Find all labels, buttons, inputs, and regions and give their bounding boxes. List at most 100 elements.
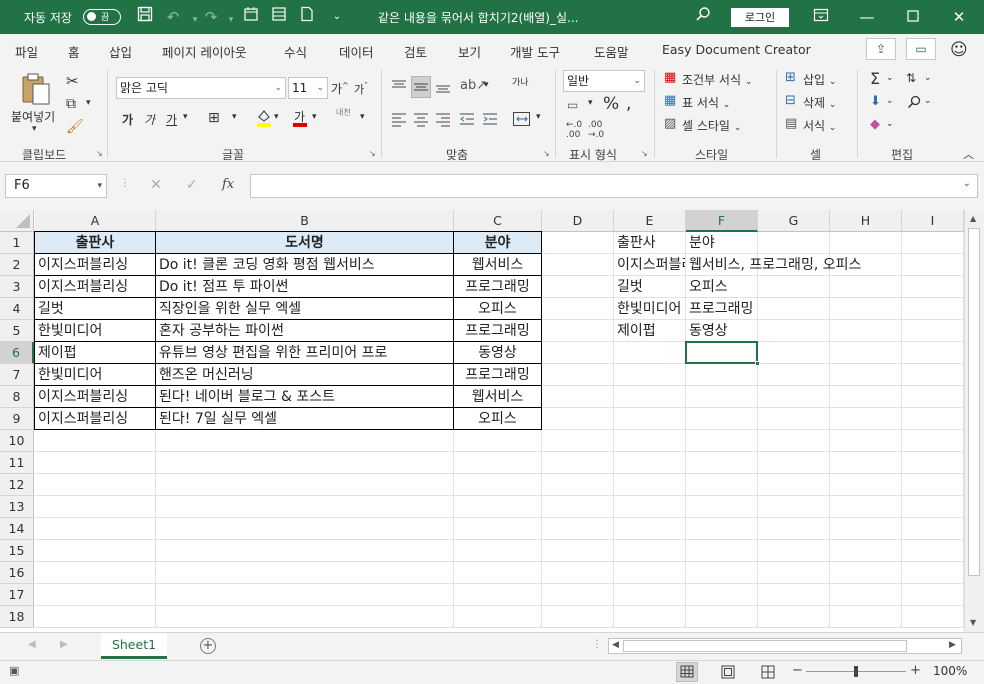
tab-easy-document-creator[interactable]: Easy Document Creator	[662, 42, 811, 57]
table-cell[interactable]: 혼자 공부하는 파이썬	[156, 320, 453, 342]
result-cell[interactable]: 동영상	[686, 320, 946, 342]
worksheet-grid[interactable]: ABCDEFGHI 1 2 3 4 5 6 7 8 9 10 11 12 13 14 15 16 17 18 출판…	[0, 210, 984, 632]
result-cell[interactable]: 이지스퍼블리싱	[614, 254, 685, 276]
fill-color-dropdown-icon[interactable]: ▾	[274, 112, 279, 122]
result-cell[interactable]: 출판사	[614, 232, 685, 254]
tab-file[interactable]: 파일	[15, 42, 38, 61]
zoom-level[interactable]: 100%	[933, 664, 967, 678]
zoom-in-icon[interactable]: +	[910, 663, 921, 678]
login-button[interactable]: 로그인	[731, 8, 789, 27]
fill-handle[interactable]	[755, 361, 760, 366]
name-box-dropdown-icon[interactable]: ▾	[97, 175, 102, 197]
decrease-decimal-icon[interactable]: .00 →.0	[588, 120, 604, 140]
table-header-cell[interactable]: 출판사	[35, 232, 155, 254]
borders-dropdown-icon[interactable]: ▾	[232, 112, 237, 122]
undo-icon[interactable]: ↶	[162, 6, 184, 28]
format-as-table-button[interactable]: 표 서식 ⌄	[682, 94, 730, 111]
sort-filter-dropdown-icon[interactable]: ⌄	[924, 73, 932, 83]
font-color-icon[interactable]: 가	[292, 108, 308, 128]
table-cell[interactable]: 된다! 7일 실무 엑셀	[156, 408, 453, 430]
tab-help[interactable]: 도움말	[594, 42, 629, 61]
fill-icon[interactable]: ⬇	[870, 94, 881, 109]
confirm-entry-icon[interactable]: ✓	[186, 177, 198, 193]
align-middle-icon[interactable]	[411, 76, 431, 98]
tab-data[interactable]: 데이터	[339, 42, 374, 61]
fill-dropdown-icon[interactable]: ⌄	[886, 96, 894, 106]
scroll-down-icon[interactable]: ▼	[970, 618, 976, 627]
column-header-i[interactable]: I	[902, 210, 964, 232]
autosave-toggle[interactable]: 끔	[83, 9, 121, 25]
tab-page-layout[interactable]: 페이지 레이아웃	[162, 42, 246, 61]
tab-formulas[interactable]: 수식	[284, 42, 307, 61]
insert-cells-icon[interactable]: ⊞	[785, 70, 796, 85]
scroll-thumb[interactable]	[968, 228, 980, 576]
cell-styles-button[interactable]: 셀 스타일 ⌄	[682, 117, 741, 134]
table-cell[interactable]: 웹서비스	[454, 386, 541, 408]
customize-qat-icon[interactable]: ⌄	[326, 6, 348, 28]
result-cell[interactable]: 한빛미디어	[614, 298, 685, 320]
row-header-14[interactable]: 14	[0, 518, 34, 540]
underline-button[interactable]: 가	[166, 111, 177, 128]
vertical-scrollbar[interactable]: ▲ ▼	[964, 210, 984, 632]
redo-icon[interactable]: ↷	[200, 6, 222, 28]
row-header-6[interactable]: 6	[0, 342, 34, 364]
increase-decimal-icon[interactable]: ←.0.00	[566, 120, 582, 140]
row-header-9[interactable]: 9	[0, 408, 34, 430]
row-header-2[interactable]: 2	[0, 254, 34, 276]
align-right-icon[interactable]	[434, 110, 452, 128]
result-cell[interactable]: 길벗	[614, 276, 685, 298]
row-header-11[interactable]: 11	[0, 452, 34, 474]
percent-icon[interactable]: %	[603, 94, 619, 114]
align-left-icon[interactable]	[390, 110, 408, 128]
wrap-text-button[interactable]: 가나	[512, 78, 530, 88]
clear-icon[interactable]: ◆	[870, 117, 880, 132]
tab-developer[interactable]: 개발 도구	[510, 42, 560, 61]
row-header-15[interactable]: 15	[0, 540, 34, 562]
clipboard-launcher-icon[interactable]: ↘	[96, 149, 103, 158]
number-format-box[interactable]: 일반 ⌄	[563, 70, 645, 92]
delete-cells-button[interactable]: 삭제 ⌄	[803, 94, 836, 111]
italic-button[interactable]: 가	[144, 111, 155, 128]
page-layout-view-icon[interactable]	[718, 663, 738, 681]
scroll-right-icon[interactable]: ▶	[949, 640, 956, 650]
table-cell[interactable]: Do it! 점프 투 파이썬	[156, 276, 453, 298]
table-cell[interactable]: 된다! 네이버 블로그 & 포스트	[156, 386, 453, 408]
zoom-out-icon[interactable]: −	[792, 663, 803, 678]
table-cell[interactable]: 웹서비스	[454, 254, 541, 276]
result-cell[interactable]: 제이펍	[614, 320, 685, 342]
paste-label[interactable]: 붙여넣기	[11, 108, 55, 125]
align-center-icon[interactable]	[412, 110, 430, 128]
font-launcher-icon[interactable]: ↘	[369, 149, 376, 158]
phonetic-button[interactable]: 내천	[336, 108, 351, 117]
column-header-f[interactable]: F	[686, 210, 758, 232]
delete-cells-icon[interactable]: ⊟	[785, 93, 796, 108]
ribbon-display-icon[interactable]	[810, 6, 832, 28]
row-header-3[interactable]: 3	[0, 276, 34, 298]
redo-dropdown-icon[interactable]: ▾	[220, 6, 242, 28]
paste-icon[interactable]	[20, 72, 52, 106]
copy-dropdown-icon[interactable]: ▾	[86, 98, 91, 108]
expand-formula-icon[interactable]: ⌄	[963, 178, 971, 189]
table-cell[interactable]: 이지스퍼블리싱	[35, 386, 155, 408]
table-cell[interactable]: 한빛미디어	[35, 320, 155, 342]
phonetic-dropdown-icon[interactable]: ▾	[360, 112, 365, 122]
comments-button[interactable]: ▭	[906, 38, 936, 60]
row-header-16[interactable]: 16	[0, 562, 34, 584]
format-cells-button[interactable]: 서식 ⌄	[803, 117, 836, 134]
add-sheet-icon[interactable]: +	[200, 638, 216, 654]
tab-view[interactable]: 보기	[458, 42, 481, 61]
column-header-g[interactable]: G	[758, 210, 830, 232]
copy-icon[interactable]: ⧉	[66, 96, 76, 112]
column-header-h[interactable]: H	[830, 210, 902, 232]
result-cell[interactable]: 프로그래밍	[686, 298, 946, 320]
column-header-e[interactable]: E	[614, 210, 686, 232]
table-cell[interactable]: Do it! 클론 코딩 영화 평점 웹서비스	[156, 254, 453, 276]
page-break-view-icon[interactable]	[758, 663, 778, 681]
format-as-table-icon[interactable]: ▦	[664, 93, 676, 108]
table-cell[interactable]: 제이펍	[35, 342, 155, 364]
result-cell[interactable]: 오피스	[686, 276, 946, 298]
table-cell[interactable]: 핸즈온 머신러닝	[156, 364, 453, 386]
search-icon[interactable]	[692, 6, 714, 28]
find-select-dropdown-icon[interactable]: ⌄	[924, 96, 932, 106]
row-header-7[interactable]: 7	[0, 364, 34, 386]
